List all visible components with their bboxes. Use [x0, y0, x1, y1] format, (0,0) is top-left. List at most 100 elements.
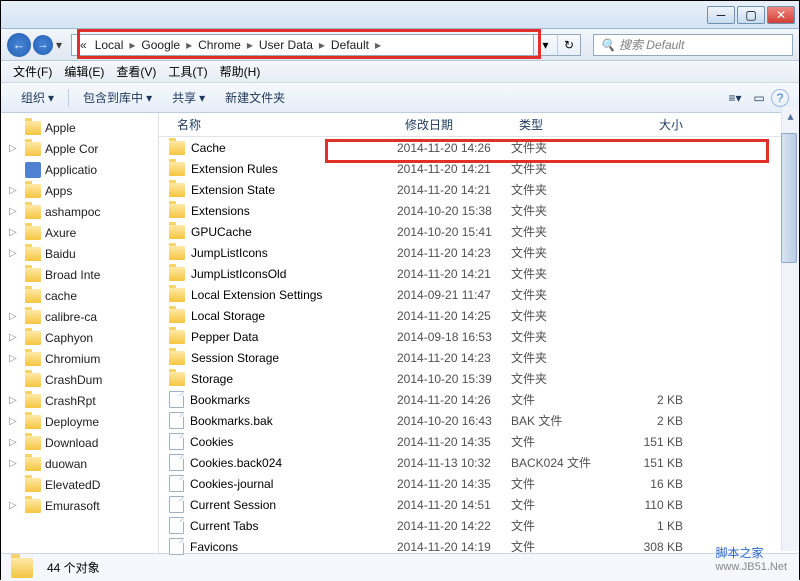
chevron-icon[interactable]: ▷ — [9, 353, 17, 364]
folder-icon — [169, 372, 185, 386]
scrollbar-thumb[interactable] — [781, 133, 797, 263]
tree-item[interactable]: ▷ Apps — [1, 180, 158, 201]
breadcrumb-item[interactable]: User Data — [255, 38, 317, 52]
tree-item[interactable]: ▷Emurasoft — [1, 495, 158, 516]
list-row[interactable]: Local Extension Settings2014-09-21 11:47… — [159, 284, 799, 305]
tree-item[interactable]: Broad Inte — [1, 264, 158, 285]
chevron-icon[interactable]: ▷ — [9, 143, 17, 154]
tree-item[interactable]: ▷calibre-ca — [1, 306, 158, 327]
tree-item[interactable]: cache — [1, 285, 158, 306]
tree-item[interactable]: ▷ashampoc — [1, 201, 158, 222]
chevron-icon[interactable]: ▷ — [9, 458, 17, 469]
tree-item[interactable]: ▷Chromium — [1, 348, 158, 369]
list-row[interactable]: Current Session2014-11-20 14:51文件110 KB — [159, 494, 799, 515]
file-date: 2014-10-20 15:39 — [397, 372, 511, 386]
folder-icon — [25, 184, 41, 198]
breadcrumb-item[interactable]: Google — [137, 38, 184, 52]
file-name: Cache — [191, 141, 226, 155]
file-date: 2014-10-20 15:41 — [397, 225, 511, 239]
nav-forward-button[interactable]: → — [33, 35, 53, 55]
breadcrumb-item[interactable]: Local — [91, 38, 128, 52]
list-row[interactable]: Current Tabs2014-11-20 14:22文件1 KB — [159, 515, 799, 536]
chevron-right-icon: ▸ — [245, 38, 255, 52]
tree-item[interactable]: ElevatedD — [1, 474, 158, 495]
chevron-icon[interactable]: ▷ — [9, 437, 17, 448]
column-type[interactable]: 类型 — [511, 113, 611, 136]
tree-item[interactable]: ▷ CrashRpt — [1, 390, 158, 411]
chevron-icon[interactable]: ▷ — [9, 311, 17, 322]
list-row[interactable]: Extensions2014-10-20 15:38文件夹 — [159, 200, 799, 221]
list-row[interactable]: Cookies-journal2014-11-20 14:35文件16 KB — [159, 473, 799, 494]
list-row[interactable]: Pepper Data2014-09-18 16:53文件夹 — [159, 326, 799, 347]
tree-item[interactable]: ▷Caphyon — [1, 327, 158, 348]
view-mode-button[interactable]: ≡▾ — [723, 87, 747, 109]
list-row[interactable]: Session Storage2014-11-20 14:23文件夹 — [159, 347, 799, 368]
scroll-up-icon[interactable]: ▴ — [782, 107, 799, 125]
minimize-button[interactable]: ─ — [707, 6, 735, 24]
organize-button[interactable]: 组织▾ — [11, 86, 64, 109]
maximize-button[interactable]: ▢ — [737, 6, 765, 24]
chevron-icon[interactable]: ▷ — [9, 332, 17, 343]
tree-item-label: Apps — [45, 184, 72, 198]
menu-item[interactable]: 工具(T) — [162, 61, 213, 82]
include-library-button[interactable]: 包含到库中▾ — [73, 86, 162, 109]
list-row[interactable]: Cache2014-11-20 14:26文件夹 — [159, 137, 799, 158]
list-row[interactable]: Local Storage2014-11-20 14:25文件夹 — [159, 305, 799, 326]
tree-item-label: CrashRpt — [45, 394, 96, 408]
folder-icon — [11, 558, 33, 578]
tree-item[interactable]: Apple — [1, 117, 158, 138]
address-dropdown-button[interactable]: ▾ — [533, 34, 557, 56]
folder-tree[interactable]: Apple▷Apple CorApplicatio▷Apps▷ashampoc▷… — [1, 113, 159, 553]
chevron-icon[interactable]: ▷ — [9, 206, 17, 217]
column-name[interactable]: 名称 — [169, 113, 397, 136]
tree-item[interactable]: ▷Baidu — [1, 243, 158, 264]
tree-item[interactable]: Applicatio — [1, 159, 158, 180]
chevron-icon[interactable]: ▷ — [9, 500, 17, 511]
chevron-icon[interactable]: ▷ — [9, 248, 17, 259]
breadcrumb-item[interactable]: Chrome — [194, 38, 245, 52]
list-row[interactable]: Extension State2014-11-20 14:21文件夹 — [159, 179, 799, 200]
list-row[interactable]: Storage2014-10-20 15:39文件夹 — [159, 368, 799, 389]
tree-item[interactable]: CrashDum — [1, 369, 158, 390]
menu-item[interactable]: 查看(V) — [110, 61, 162, 82]
list-row[interactable]: Bookmarks.bak2014-10-20 16:43BAK 文件2 KB — [159, 410, 799, 431]
tree-item-label: Broad Inte — [45, 268, 100, 282]
address-bar[interactable]: «Local▸Google▸Chrome▸User Data▸Default▸ — [71, 34, 533, 56]
list-row[interactable]: JumpListIconsOld2014-11-20 14:21文件夹 — [159, 263, 799, 284]
tree-item[interactable]: ▷Download — [1, 432, 158, 453]
file-size: 308 KB — [611, 540, 691, 554]
nav-back-button[interactable]: ← — [7, 33, 31, 57]
column-date[interactable]: 修改日期 — [397, 113, 511, 136]
folder-icon — [25, 499, 41, 513]
chevron-icon[interactable]: ▷ — [9, 416, 17, 427]
share-button[interactable]: 共享▾ — [162, 86, 215, 109]
help-button[interactable]: ? — [771, 89, 789, 107]
menu-item[interactable]: 编辑(E) — [58, 61, 110, 82]
list-row[interactable]: Cookies2014-11-20 14:35文件151 KB — [159, 431, 799, 452]
tree-item[interactable]: ▷Deployme — [1, 411, 158, 432]
menu-item[interactable]: 文件(F) — [7, 61, 58, 82]
tree-item[interactable]: ▷Apple Cor — [1, 138, 158, 159]
list-row[interactable]: Favicons2014-11-20 14:19文件308 KB — [159, 536, 799, 557]
search-input[interactable]: 🔍 搜索 Default — [593, 34, 793, 56]
tree-item[interactable]: ▷Axure — [1, 222, 158, 243]
list-row[interactable]: Extension Rules2014-11-20 14:21文件夹 — [159, 158, 799, 179]
refresh-button[interactable]: ↻ — [557, 34, 581, 56]
menu-item[interactable]: 帮助(H) — [214, 61, 267, 82]
nav-history-dropdown[interactable]: ▾ — [53, 38, 65, 52]
breadcrumb-item[interactable]: Default — [327, 38, 373, 52]
list-row[interactable]: Bookmarks2014-11-20 14:26文件2 KB — [159, 389, 799, 410]
chevron-icon[interactable]: ▷ — [9, 395, 17, 406]
chevron-icon[interactable]: ▷ — [9, 185, 17, 196]
preview-pane-button[interactable]: ▭ — [747, 87, 771, 109]
breadcrumb-overflow[interactable]: « — [76, 38, 91, 52]
close-button[interactable]: ✕ — [767, 6, 795, 24]
tree-item[interactable]: ▷duowan — [1, 453, 158, 474]
chevron-icon[interactable]: ▷ — [9, 227, 17, 238]
list-row[interactable]: JumpListIcons2014-11-20 14:23文件夹 — [159, 242, 799, 263]
list-row[interactable]: Cookies.back0242014-11-13 10:32BACK024 文… — [159, 452, 799, 473]
column-size[interactable]: 大小 — [611, 113, 691, 136]
file-name: Session Storage — [191, 351, 279, 365]
new-folder-button[interactable]: 新建文件夹 — [215, 86, 295, 109]
list-row[interactable]: GPUCache2014-10-20 15:41文件夹 — [159, 221, 799, 242]
